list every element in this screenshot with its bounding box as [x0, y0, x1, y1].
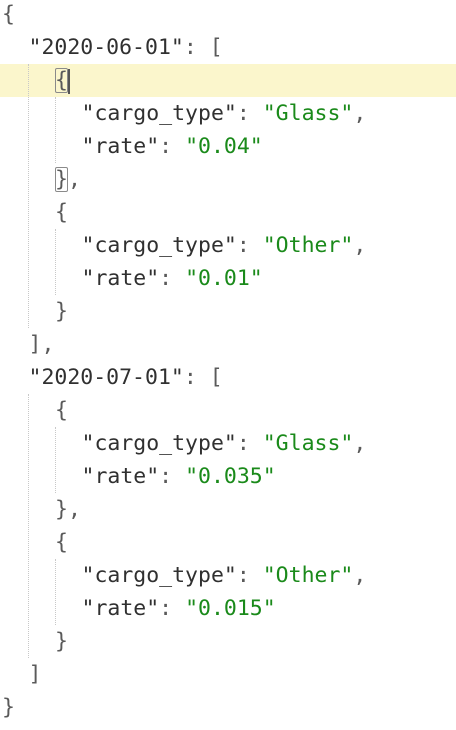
json-string-value: "Other" [262, 563, 354, 588]
code-line[interactable]: "2020-06-01": [ [0, 31, 456, 64]
json-punctuation: } [55, 629, 68, 654]
code-line-content: { [55, 394, 68, 427]
json-punctuation: : [236, 431, 263, 456]
code-line[interactable]: "rate": "0.015" [0, 592, 456, 625]
json-key: "2020-07-01" [28, 365, 184, 390]
code-line[interactable]: "cargo_type": "Other", [0, 229, 456, 262]
code-line-content: "2020-06-01": [ [29, 31, 223, 64]
code-line[interactable]: "cargo_type": "Other", [0, 559, 456, 592]
code-line[interactable]: "cargo_type": "Glass", [0, 97, 456, 130]
json-key: "rate" [81, 596, 160, 621]
code-line-content: "cargo_type": "Other", [82, 559, 367, 592]
code-line-content: ] [29, 658, 42, 691]
json-punctuation: , [353, 563, 367, 588]
code-line[interactable]: "rate": "0.035" [0, 460, 456, 493]
json-key: "rate" [81, 464, 160, 489]
json-string-value: "0.015" [185, 596, 276, 621]
code-line-content: { [2, 0, 15, 31]
code-line-content: { [55, 64, 70, 97]
code-line[interactable]: { [0, 0, 456, 31]
code-line-content: } [55, 295, 68, 328]
json-key: "rate" [81, 266, 160, 291]
code-line[interactable]: "rate": "0.01" [0, 262, 456, 295]
code-line-content: }, [55, 163, 81, 196]
json-punctuation: , [353, 233, 367, 258]
json-punctuation: { [2, 2, 15, 27]
indent-guide [28, 394, 29, 658]
json-key: "rate" [81, 134, 160, 159]
json-punctuation: : [159, 134, 186, 159]
json-key: "cargo_type" [81, 233, 237, 258]
indent-guide [55, 229, 56, 295]
code-line-content: "cargo_type": "Glass", [82, 427, 367, 460]
code-line[interactable]: { [0, 196, 456, 229]
indent-guide [55, 427, 56, 493]
json-string-value: "Other" [262, 233, 354, 258]
code-line[interactable]: ] [0, 658, 456, 691]
json-string-value: "0.01" [185, 266, 263, 291]
json-string-value: "0.04" [185, 134, 263, 159]
code-line[interactable]: "rate": "0.04" [0, 130, 456, 163]
code-line-content: { [55, 526, 68, 559]
json-key: "cargo_type" [81, 101, 237, 126]
json-punctuation: { [55, 530, 68, 555]
code-line[interactable]: }, [0, 493, 456, 526]
json-punctuation: : [236, 233, 263, 258]
code-line-content: }, [55, 493, 81, 526]
code-line-content: "rate": "0.015" [82, 592, 276, 625]
json-punctuation: }, [55, 497, 81, 522]
code-line-content: "rate": "0.035" [82, 460, 276, 493]
json-punctuation: : [236, 563, 263, 588]
code-line-content: { [55, 196, 68, 229]
code-line[interactable]: { [0, 394, 456, 427]
code-line[interactable]: "2020-07-01": [ [0, 361, 456, 394]
json-string-value: "Glass" [262, 101, 354, 126]
json-punctuation: : [ [183, 35, 223, 60]
json-punctuation: , [353, 431, 367, 456]
json-punctuation: : [ [183, 365, 223, 390]
code-line-content: ], [29, 328, 55, 361]
code-line[interactable]: ], [0, 328, 456, 361]
code-line[interactable]: { [0, 526, 456, 559]
json-punctuation: ] [28, 662, 42, 687]
code-editor[interactable]: {"2020-06-01": [{"cargo_type": "Glass", "… [0, 0, 456, 730]
json-string-value: "0.035" [185, 464, 276, 489]
json-string-value: "Glass" [262, 431, 354, 456]
indent-guide [55, 559, 56, 625]
code-line[interactable]: } [0, 295, 456, 328]
text-caret [67, 68, 70, 94]
indent-guide [55, 97, 56, 163]
json-punctuation: ], [28, 332, 55, 357]
json-punctuation: } [55, 299, 68, 324]
json-key: "cargo_type" [81, 563, 237, 588]
json-punctuation: : [236, 101, 263, 126]
code-line-content: "cargo_type": "Glass", [82, 97, 367, 130]
code-line-content: } [55, 625, 68, 658]
json-key: "2020-06-01" [28, 35, 184, 60]
json-punctuation: : [159, 266, 186, 291]
code-line-content: } [2, 691, 15, 724]
json-punctuation: , [67, 167, 81, 192]
json-punctuation: { [55, 200, 68, 225]
code-line[interactable]: { [0, 64, 456, 97]
code-line[interactable]: }, [0, 163, 456, 196]
json-punctuation: { [55, 398, 68, 423]
matched-bracket: { [55, 68, 68, 93]
code-line-content: "rate": "0.04" [82, 130, 263, 163]
json-punctuation: , [353, 101, 367, 126]
json-punctuation: : [159, 596, 186, 621]
code-line-content: "cargo_type": "Other", [82, 229, 367, 262]
code-line[interactable]: } [0, 625, 456, 658]
matched-bracket: } [55, 167, 68, 192]
json-key: "cargo_type" [81, 431, 237, 456]
code-line-content: "rate": "0.01" [82, 262, 263, 295]
json-punctuation: : [159, 464, 186, 489]
code-line-content: "2020-07-01": [ [29, 361, 223, 394]
code-line[interactable]: "cargo_type": "Glass", [0, 427, 456, 460]
json-punctuation: } [2, 695, 15, 720]
indent-guide [28, 64, 29, 328]
code-line[interactable]: } [0, 691, 456, 724]
